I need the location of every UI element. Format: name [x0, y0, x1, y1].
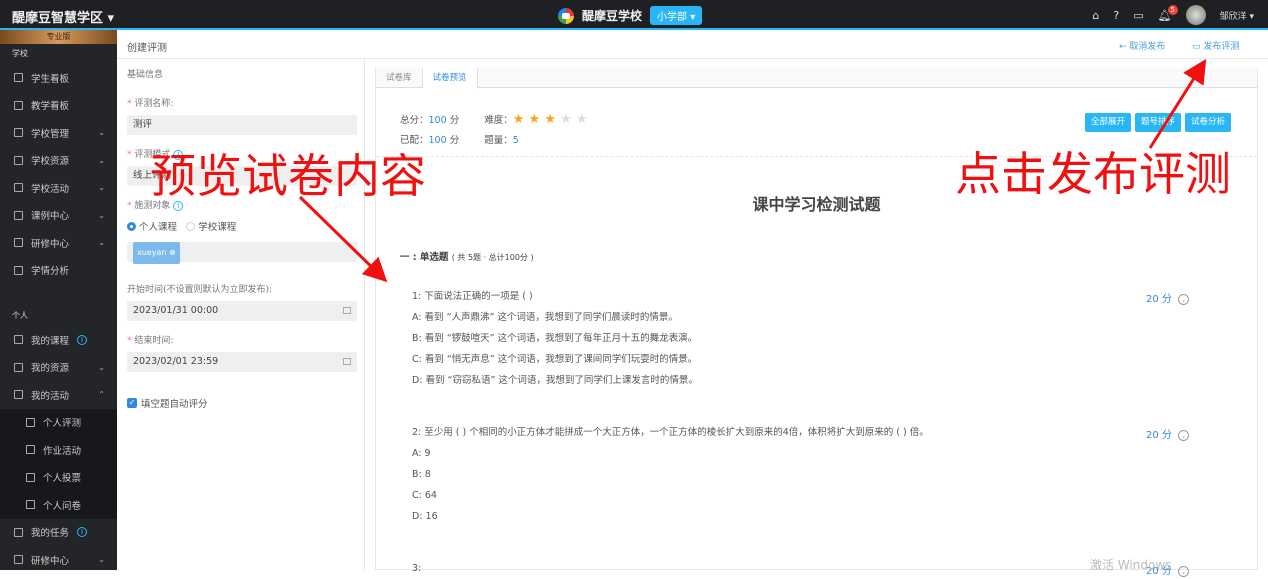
- annotation-arrows: [298, 58, 1207, 283]
- arrow-to-preview: [298, 195, 388, 283]
- windows-watermark: 激活 Windows: [1090, 558, 1172, 572]
- arrow-to-publish: [1148, 58, 1207, 149]
